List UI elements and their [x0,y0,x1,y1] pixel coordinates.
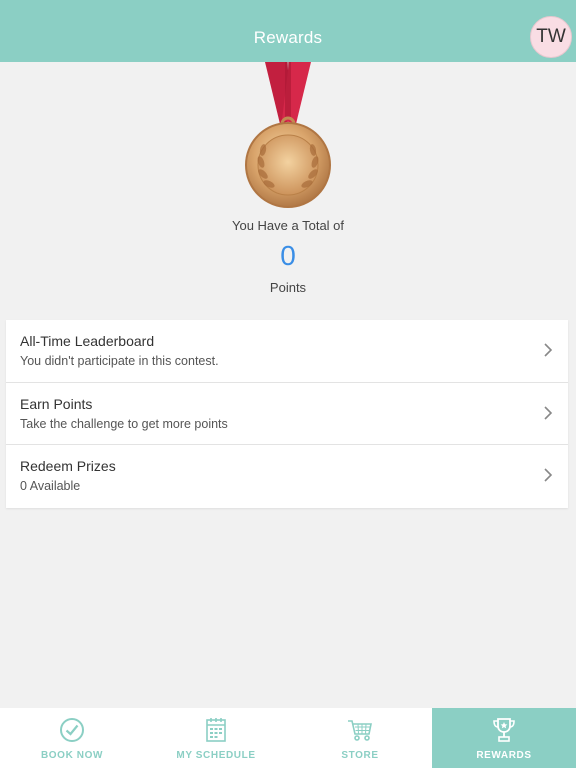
check-circle-icon [60,718,84,742]
cart-icon [348,720,372,741]
points-value: 0 [280,240,296,271]
calendar-icon [206,718,226,742]
tab-label: MY SCHEDULE [176,750,256,761]
tab-my-schedule[interactable]: MY SCHEDULE [144,708,288,768]
rewards-menu: All-Time Leaderboard You didn't particip… [6,320,568,508]
menu-item-earn-points[interactable]: Earn Points Take the challenge to get mo… [6,383,568,446]
chevron-right-icon [544,343,553,357]
page-title: Rewards [253,28,323,47]
points-unit-label: Points [269,280,307,295]
menu-item-subtitle: Take the challenge to get more points [20,416,228,431]
chevron-right-icon [544,406,553,420]
menu-item-leaderboard[interactable]: All-Time Leaderboard You didn't particip… [6,320,568,383]
avatar[interactable]: TW [530,16,572,58]
menu-item-subtitle: You didn't participate in this contest. [20,354,219,368]
tab-label: STORE [341,750,379,761]
menu-item-redeem-prizes[interactable]: Redeem Prizes 0 Available [6,445,568,508]
bottom-tab-bar: BOOK NOW MY SCHEDULE STORE REWARDS [0,708,576,768]
tab-book-now[interactable]: BOOK NOW [0,708,144,768]
tab-label: REWARDS [476,750,532,761]
points-caption: You Have a Total of [231,218,345,233]
menu-item-title: Earn Points [20,395,93,412]
avatar-initials: TW [536,26,566,47]
tab-store[interactable]: STORE [288,708,432,768]
trophy-icon [493,718,515,742]
chevron-right-icon [544,468,553,482]
status-bar [0,0,576,14]
tab-rewards[interactable]: REWARDS [432,708,576,768]
menu-item-title: All-Time Leaderboard [20,333,155,349]
medal-icon [228,62,348,212]
app-header: Rewards TW [0,14,576,62]
tab-label: BOOK NOW [40,750,104,761]
menu-item-title: Redeem Prizes [20,458,116,475]
menu-item-subtitle: 0 Available [20,479,81,494]
